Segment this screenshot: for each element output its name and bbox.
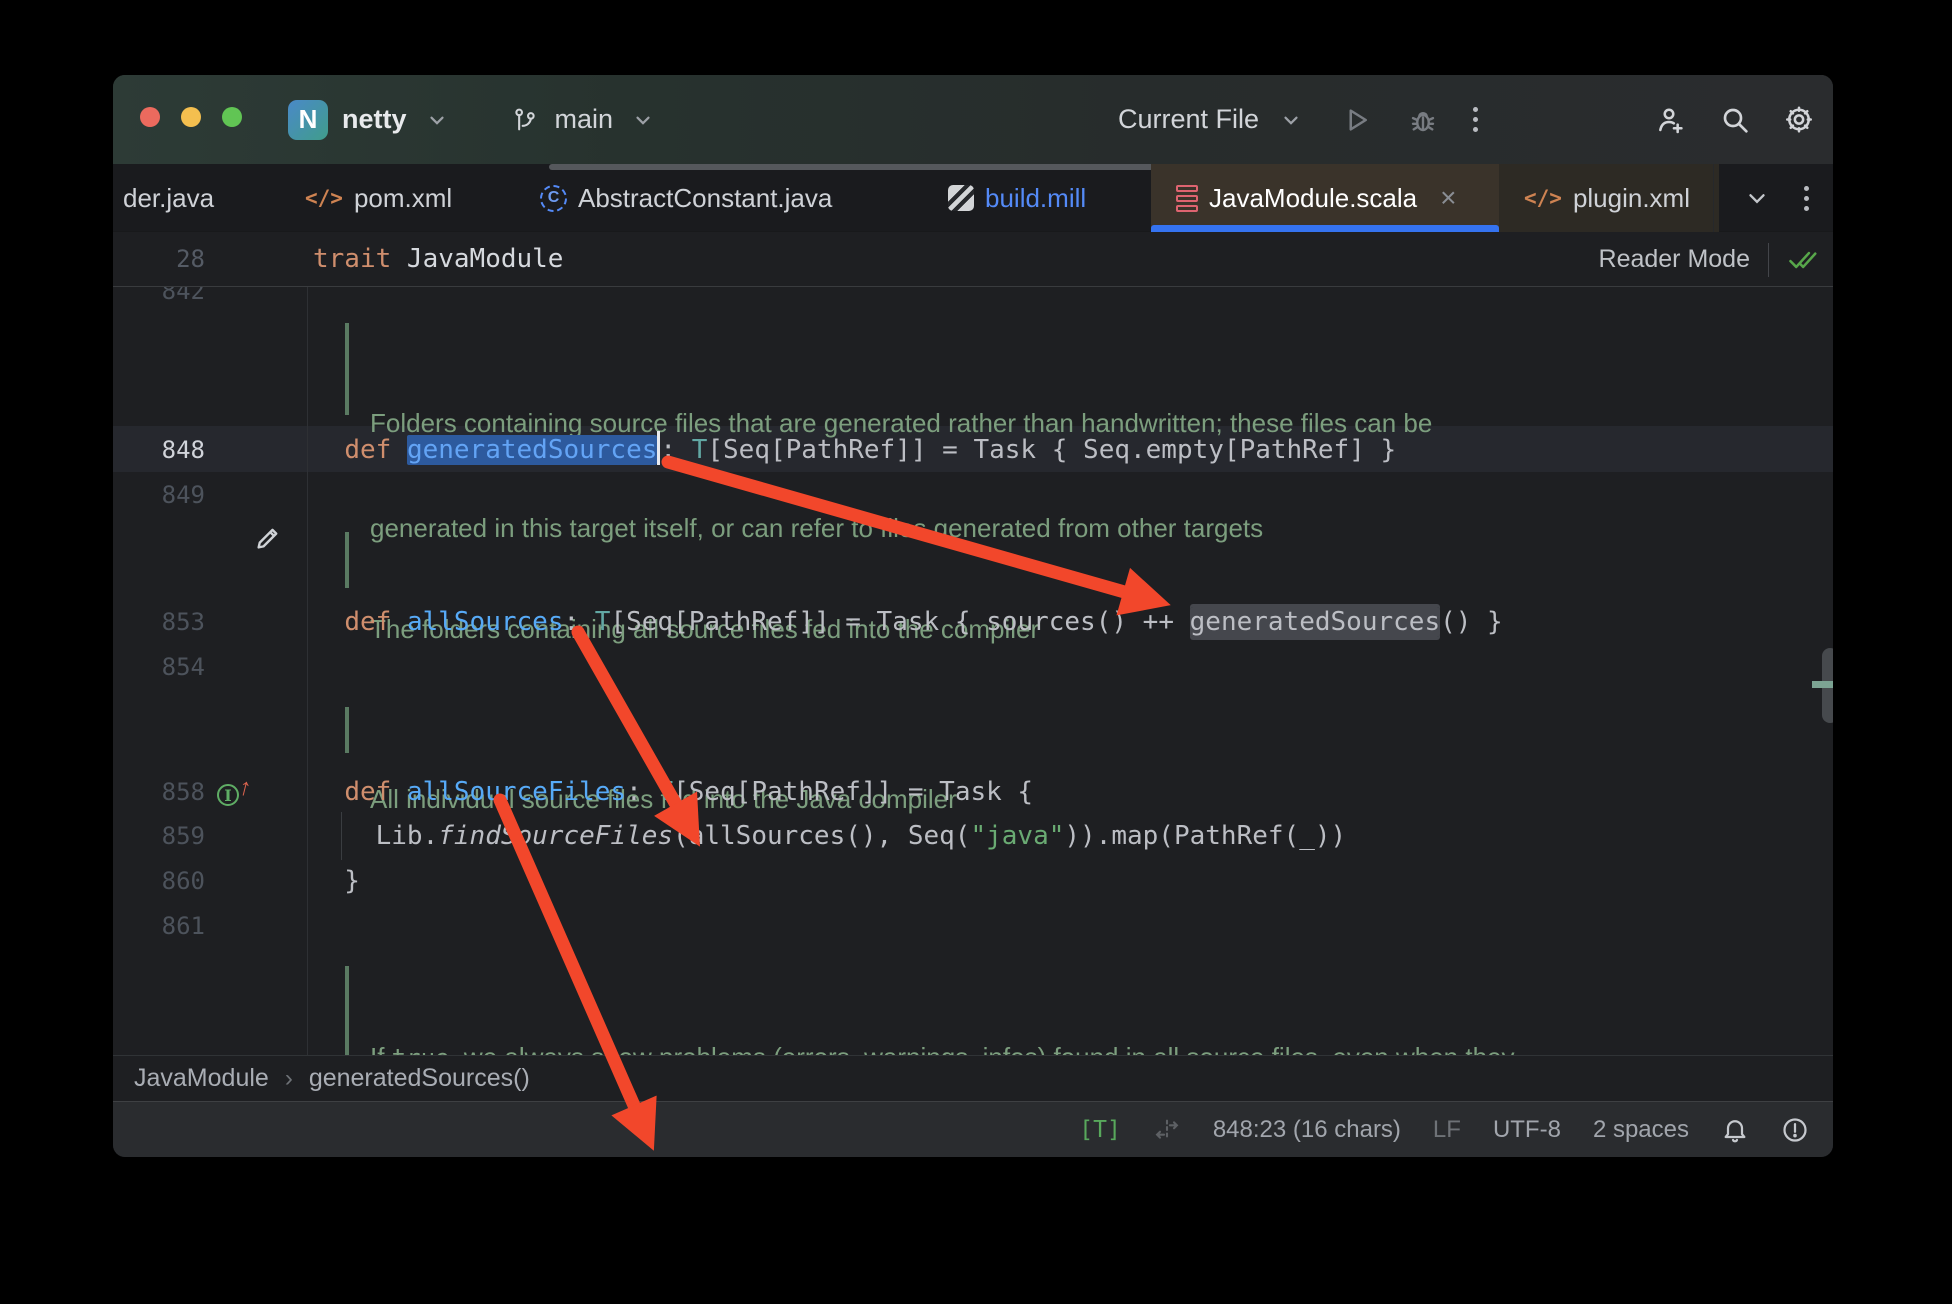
project-name[interactable]: netty <box>342 104 407 135</box>
separator <box>1768 243 1769 277</box>
active-tab-indicator <box>1151 225 1499 232</box>
doc-comment-bar <box>345 966 349 1055</box>
type-highlighting-badge[interactable]: [T] <box>1079 1117 1121 1143</box>
doc-comment-bar <box>345 707 349 753</box>
scrollbar-position-mark <box>1812 681 1833 688</box>
line-number[interactable]: 861 <box>113 904 205 948</box>
code-line-853[interactable]: def allSources: T[Seq[PathRef]] = Task {… <box>313 600 1503 644</box>
scala-file-icon <box>1176 185 1198 212</box>
tab-options-icon[interactable] <box>1804 186 1809 211</box>
tab-list-chevron-down-icon[interactable] <box>1744 185 1770 211</box>
settings-gear-icon[interactable] <box>1783 104 1815 136</box>
doc-comment-text: If true, we always show problems (errors… <box>370 970 1528 1055</box>
close-tab-icon[interactable]: × <box>1440 184 1456 212</box>
more-actions-icon[interactable] <box>1473 107 1478 132</box>
run-configuration[interactable]: Current File <box>1118 104 1259 135</box>
breadcrumb-bar: JavaModule › generatedSources() <box>113 1055 1833 1101</box>
overrides-gutter-icon[interactable]: I↑ <box>217 780 257 810</box>
error-info-icon[interactable] <box>1781 1116 1809 1144</box>
line-transfer-icon[interactable] <box>1153 1116 1181 1144</box>
debug-icon[interactable] <box>1407 104 1439 136</box>
tab-pom-xml[interactable]: </> pom.xml <box>280 164 515 232</box>
zoom-window-button[interactable] <box>222 107 242 127</box>
breadcrumb-item[interactable]: JavaModule <box>134 1064 269 1093</box>
line-number[interactable]: 860 <box>113 859 205 903</box>
doc-comment-bar <box>345 532 349 588</box>
project-icon[interactable]: N <box>288 100 328 140</box>
breadcrumb-chevron: › <box>285 1065 293 1093</box>
line-number-current[interactable]: 848 <box>113 428 205 472</box>
code-line-848[interactable]: def generatedSources: T[Seq[PathRef]] = … <box>313 428 1396 472</box>
caret-position[interactable]: 848:23 (16 chars) <box>1213 1116 1401 1144</box>
doc-comment-bar <box>345 323 349 415</box>
java-class-icon: C <box>540 185 567 212</box>
xml-file-icon: </> <box>1524 186 1562 210</box>
editor-tab-bar: der.java </> pom.xml C AbstractConstant.… <box>113 164 1833 232</box>
indent-setting[interactable]: 2 spaces <box>1593 1116 1689 1144</box>
reader-mode-label[interactable]: Reader Mode <box>1599 245 1750 274</box>
line-number[interactable]: 859 <box>113 814 205 858</box>
tab-plugin-xml[interactable]: </> plugin.xml <box>1499 164 1719 232</box>
selected-identifier: generatedSources <box>407 435 657 465</box>
tab-build-mill[interactable]: build.mill <box>923 164 1151 232</box>
sticky-declaration-header[interactable]: 28 trait JavaModule <box>113 232 1833 287</box>
line-number[interactable]: 854 <box>113 645 205 689</box>
inspections-ok-check-icon[interactable] <box>1787 245 1817 275</box>
gutter-separator <box>307 232 308 1055</box>
branch-chevron-down-icon[interactable] <box>627 104 659 136</box>
code-line-859[interactable]: Lib.findSourceFiles(allSources(), Seq("j… <box>313 814 1346 858</box>
tab-javamodule-scala[interactable]: JavaModule.scala × <box>1151 164 1499 232</box>
edit-pencil-icon[interactable] <box>253 523 283 553</box>
code-line-858[interactable]: def allSourceFiles: T[Seq[PathRef]] = Ta… <box>313 770 1033 814</box>
line-number[interactable]: 853 <box>113 600 205 644</box>
title-bar: N netty main Current File <box>113 75 1833 164</box>
tab-abstract-constant-java[interactable]: C AbstractConstant.java <box>515 164 923 232</box>
window-controls <box>140 107 242 127</box>
run-config-chevron-down-icon[interactable] <box>1275 104 1307 136</box>
close-window-button[interactable] <box>140 107 160 127</box>
status-bar: [T] 848:23 (16 chars) LF UTF-8 2 spaces <box>113 1101 1833 1157</box>
line-number[interactable]: 858 <box>113 770 205 814</box>
ide-window: N netty main Current File <box>113 75 1833 1157</box>
notifications-bell-icon[interactable] <box>1721 1116 1749 1144</box>
code-line-860[interactable]: } <box>313 859 360 903</box>
xml-file-icon: </> <box>305 186 343 210</box>
line-number[interactable]: 849 <box>113 473 205 517</box>
code-editor[interactable]: 842 Folders containing source files that… <box>113 232 1833 1055</box>
search-icon[interactable] <box>1719 104 1751 136</box>
git-branch-icon <box>509 104 541 136</box>
mill-file-icon <box>948 185 974 211</box>
run-icon[interactable] <box>1341 104 1373 136</box>
line-separator[interactable]: LF <box>1433 1116 1461 1144</box>
breadcrumb-item[interactable]: generatedSources() <box>309 1064 530 1093</box>
project-chevron-down-icon[interactable] <box>421 104 453 136</box>
branch-name[interactable]: main <box>555 104 614 135</box>
sticky-line-number: 28 <box>113 232 205 287</box>
add-user-icon[interactable] <box>1655 104 1687 136</box>
tab-der-java[interactable]: der.java <box>113 164 280 232</box>
sticky-trait-name: JavaModule <box>407 244 564 274</box>
minimize-window-button[interactable] <box>181 107 201 127</box>
usage-highlight: generatedSources <box>1190 607 1440 637</box>
file-encoding[interactable]: UTF-8 <box>1493 1116 1561 1144</box>
